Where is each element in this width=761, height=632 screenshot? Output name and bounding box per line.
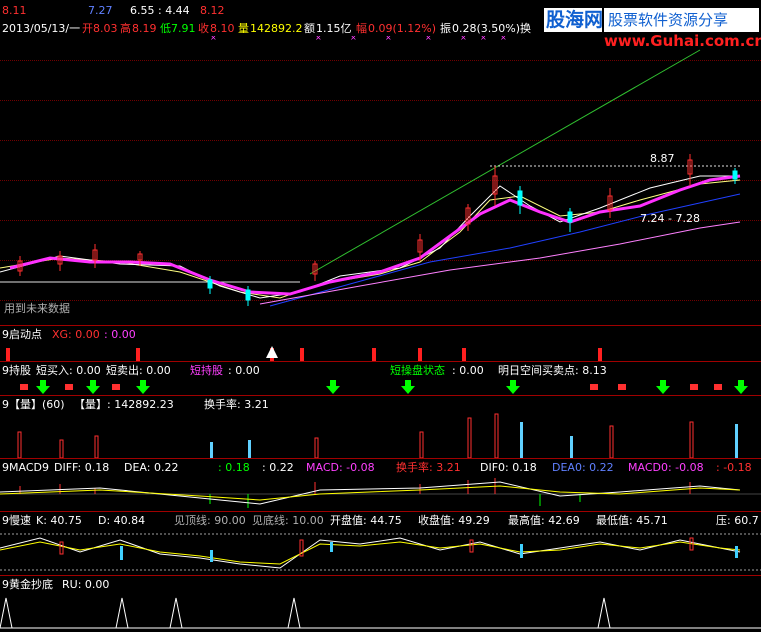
svg-text:×: × [460, 36, 467, 42]
panel-macd-title: 9MACD9 [2, 461, 49, 474]
quote-low: 7.91 [171, 22, 196, 35]
panel-kd-k: K: 40.75 [36, 514, 82, 527]
panel-gold-ru: RU: 0.00 [62, 578, 110, 591]
panel-macd-diff: DIFF: 0.18 [54, 461, 110, 474]
panel-volume-title: 9【量】(60) [2, 398, 65, 411]
quote-turnover-label: 换 [520, 22, 531, 35]
panel-volume-value: 【量】: 142892.23 [74, 398, 174, 411]
main-price-chart: × × × × × × × × [0, 36, 741, 307]
panel-chigu-buy: 短买入: 0.00 [36, 364, 101, 377]
panel-kd-title: 9慢速 [2, 514, 31, 527]
header-value-b: 7.27 [88, 4, 113, 17]
panel-kd-high: 最高值: 42.69 [508, 514, 580, 527]
panel-chigu-state-value: : 0.00 [452, 364, 484, 377]
svg-text:×: × [500, 36, 507, 42]
panel-chigu-tomorrow: 明日空间买卖点: 8.13 [498, 364, 607, 377]
quote-close-label: 收 [198, 22, 209, 35]
quote-low-label: 低 [160, 22, 171, 35]
qidong-signal-bars [6, 346, 602, 362]
panel-kd-d: D: 40.84 [98, 514, 146, 527]
price-range-label: 7.24 - 7.28 [640, 212, 700, 225]
quote-amount-label: 额 [304, 22, 315, 35]
panel-macd-turnover: 换手率: 3.21 [396, 461, 461, 474]
panel-qidong-v2: : 0.00 [104, 328, 136, 341]
price-high-label: 8.87 [650, 152, 675, 165]
panel-macd-v1: : 0.18 [218, 461, 250, 474]
quote-amplitude: 0.28(3.50%) [452, 22, 521, 35]
panel-macd-macd: MACD: -0.08 [306, 461, 375, 474]
future-data-watermark: 用到未来数据 [4, 302, 70, 315]
header-value-c: 6.55 : 4.44 [130, 4, 190, 17]
panel-volume-turnover: 换手率: 3.21 [204, 398, 269, 411]
quote-volume: 142892.2 [250, 22, 303, 35]
svg-text:×: × [350, 36, 357, 42]
macd-histogram [0, 478, 761, 508]
logo-slogan: 股票软件资源分享 [608, 11, 729, 29]
panel-chigu-sell: 短卖出: 0.00 [106, 364, 171, 377]
svg-text:×: × [210, 36, 217, 42]
svg-text:×: × [385, 36, 392, 42]
panel-kd-bottom: 见底线: 10.00 [252, 514, 324, 527]
volume-bars [17, 413, 738, 458]
logo-title: 股海网 [546, 9, 604, 31]
panel-chigu-hold: 短持股 [190, 364, 223, 377]
panel-macd-dea0: DEA0: 0.22 [552, 461, 614, 474]
svg-text:×: × [425, 36, 432, 42]
panel-kd-open: 开盘值: 44.75 [330, 514, 402, 527]
header-value-d: 8.12 [200, 4, 225, 17]
panel-kd-top: 见顶线: 90.00 [174, 514, 246, 527]
quote-volume-label: 量 [238, 22, 249, 35]
panel-chigu-title: 9持股 [2, 364, 31, 377]
panel-chigu-hold-value: : 0.00 [228, 364, 260, 377]
quote-high: 8.19 [132, 22, 157, 35]
quote-close: 8.10 [210, 22, 235, 35]
panel-chigu-state: 短操盘状态 [390, 364, 445, 377]
panel-kd-pressure: 压: 60.7 [716, 514, 759, 527]
quote-amplitude-label: 振 [440, 22, 451, 35]
panel-macd-dea: DEA: 0.22 [124, 461, 179, 474]
panel-qidong-xg: XG: 0.00 [52, 328, 100, 341]
panel-gold-title: 9黄金抄底 [2, 578, 53, 591]
panel-macd-macd0: MACD0: -0.08 [628, 461, 704, 474]
panel-macd-dif0: DIF0: 0.18 [480, 461, 537, 474]
kd-chart [0, 533, 761, 571]
quote-high-label: 高 [120, 22, 131, 35]
panel-kd-low: 最低值: 45.71 [596, 514, 668, 527]
quote-open-label: 开 [82, 22, 93, 35]
quote-open: 8.03 [93, 22, 118, 35]
quote-change: 0.09(1.12%) [368, 22, 437, 35]
gold-signal-spikes [0, 597, 761, 629]
panel-macd-v2: : 0.22 [262, 461, 294, 474]
quote-amount: 1.15亿 [316, 22, 352, 35]
panel-macd-tail: : -0.18 [716, 461, 752, 474]
quote-change-label: 幅 [356, 22, 367, 35]
svg-text:×: × [315, 36, 322, 42]
panel-kd-close: 收盘值: 49.29 [418, 514, 490, 527]
panel-qidong-title: 9启动点 [2, 328, 42, 341]
quote-date: 2013/05/13/一 [2, 22, 81, 35]
header-value-a: 8.11 [2, 4, 27, 17]
svg-text:×: × [480, 36, 487, 42]
